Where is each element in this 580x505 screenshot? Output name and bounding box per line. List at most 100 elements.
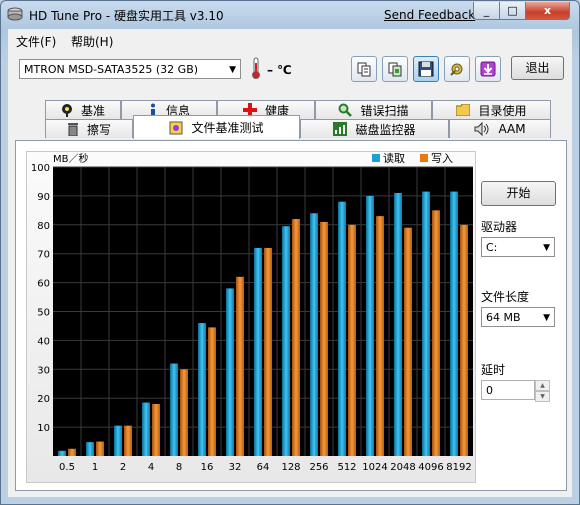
read-bar	[114, 425, 122, 456]
write-bar	[432, 210, 440, 456]
file-length-select[interactable]: 64 MB ▼	[481, 307, 555, 327]
tab-label: 擦写	[86, 122, 111, 137]
start-button[interactable]: 开始	[481, 181, 556, 206]
copy-screenshot-icon	[388, 62, 402, 77]
write-bar	[320, 221, 328, 456]
write-bar	[208, 327, 216, 456]
legend-label: 写入	[431, 152, 453, 165]
y-tick-label: 100	[31, 163, 50, 174]
delay-value: 0	[486, 384, 493, 397]
close-button[interactable]: x	[525, 2, 570, 20]
toolbar: MTRON MSD-SATA3525 (32 GB) ▼ – ℃ 退出	[8, 51, 572, 95]
send-feedback-link[interactable]: Send Feedback	[384, 8, 475, 22]
write-bar	[236, 276, 244, 456]
tab-aam[interactable]: AAM	[449, 119, 551, 138]
options-icon	[450, 63, 463, 76]
spin-up-icon[interactable]: ▲	[535, 380, 550, 391]
speaker-icon	[474, 122, 489, 136]
window-title: HD Tune Pro - 硬盘实用工具 v3.10	[29, 9, 224, 23]
benchmark-chart: 10 20 30 40 50 60 70 80 90 100MB／秒 读取 写入 0.5 1 2 4 8 16 32…	[31, 151, 473, 473]
x-tick-label: 512	[337, 462, 356, 473]
write-bar	[460, 224, 468, 456]
read-bar	[366, 195, 374, 456]
copy-info-button[interactable]	[351, 56, 377, 82]
tab-erase[interactable]: 擦写	[45, 119, 133, 138]
y-tick-label: 80	[37, 221, 50, 232]
minimize-button[interactable]: _	[473, 2, 500, 20]
menu-help[interactable]: 帮助(H)	[71, 33, 113, 50]
write-bar	[404, 227, 412, 456]
minimize-icon: _	[483, 4, 490, 17]
delay-label: 延时	[481, 363, 506, 377]
read-bar	[58, 450, 66, 456]
y-axis-label: MB／秒	[53, 152, 89, 165]
read-bar	[450, 191, 458, 456]
chart-area: 10 20 30 40 50 60 70 80 90 100 MB／秒 读取 写入 0.5 1 2 4 8 16 32…	[26, 151, 476, 483]
spin-down-icon[interactable]: ▼	[535, 391, 550, 402]
write-bar	[152, 403, 160, 456]
read-bar	[170, 363, 178, 456]
tab-file-benchmark[interactable]: 文件基准测试	[133, 115, 300, 139]
x-tick-label: 64	[257, 462, 270, 473]
read-bar	[198, 323, 206, 456]
read-bar	[422, 191, 430, 456]
magnifier-icon	[338, 103, 353, 117]
temperature-readout: – ℃	[267, 63, 292, 77]
read-bar	[254, 247, 262, 456]
delay-spinner[interactable]: ▲ ▼	[535, 380, 550, 402]
client-area: 文件(F) 帮助(H) MTRON MSD-SATA3525 (32 GB) ▼…	[8, 29, 572, 497]
delay-input[interactable]: 0	[481, 380, 535, 400]
tab-disk-monitor[interactable]: 磁盘监控器	[300, 119, 449, 138]
menu-bar: 文件(F) 帮助(H)	[8, 29, 572, 51]
x-tick-label: 2	[120, 462, 126, 473]
maximize-button[interactable]: □	[499, 2, 526, 20]
benchmark-icon	[61, 104, 72, 117]
chevron-down-icon: ▼	[543, 313, 550, 323]
write-bar	[124, 425, 132, 456]
tab-folder-usage[interactable]: 目录使用	[432, 100, 551, 119]
y-tick-label: 10	[37, 423, 50, 434]
x-tick-label: 16	[201, 462, 214, 473]
x-tick-label: 32	[229, 462, 242, 473]
drive-letter-select[interactable]: C: ▼	[481, 237, 555, 257]
x-tick-label: 1024	[362, 462, 387, 473]
y-tick-label: 70	[37, 250, 50, 261]
copy-screenshot-button[interactable]	[382, 56, 408, 82]
read-bar	[142, 402, 150, 456]
options-button[interactable]	[444, 56, 470, 82]
x-tick-label: 128	[281, 462, 300, 473]
read-bar	[310, 213, 318, 456]
write-bar	[348, 224, 356, 456]
x-tick-label: 8	[176, 462, 182, 473]
tab-benchmark[interactable]: 基准	[45, 100, 121, 119]
folder-icon	[456, 104, 471, 116]
y-tick-label: 90	[37, 192, 50, 203]
y-tick-label: 50	[37, 308, 50, 319]
thermometer-icon	[252, 57, 260, 79]
close-icon: x	[543, 4, 552, 17]
drive-select-value: MTRON MSD-SATA3525 (32 GB)	[24, 63, 199, 76]
file-length-value: 64 MB	[486, 311, 521, 324]
tab-label: 基准	[80, 103, 105, 118]
y-tick-label: 20	[37, 394, 50, 405]
tab-error-scan[interactable]: 错误扫描	[315, 100, 432, 119]
file-length-label: 文件长度	[481, 290, 530, 304]
exit-button[interactable]: 退出	[511, 56, 564, 80]
title-bar: HD Tune Pro - 硬盘实用工具 v3.10 Send Feedback…	[1, 1, 579, 29]
x-tick-label: 2048	[390, 462, 415, 473]
y-tick-label: 40	[37, 336, 50, 347]
read-bar	[282, 226, 290, 456]
drive-letter-value: C:	[486, 241, 498, 254]
read-bar	[226, 288, 234, 456]
drive-select[interactable]: MTRON MSD-SATA3525 (32 GB) ▼	[19, 59, 241, 79]
file-benchmark-icon	[169, 121, 183, 134]
save-button[interactable]	[413, 56, 439, 82]
tab-label: 目录使用	[478, 103, 527, 118]
tab-label: AAM	[498, 122, 526, 136]
chevron-down-icon: ▼	[543, 243, 550, 253]
write-bar	[292, 219, 300, 456]
trash-icon	[67, 123, 78, 136]
legend-swatch	[420, 154, 428, 162]
download-button[interactable]	[475, 56, 501, 82]
menu-file[interactable]: 文件(F)	[16, 33, 56, 50]
